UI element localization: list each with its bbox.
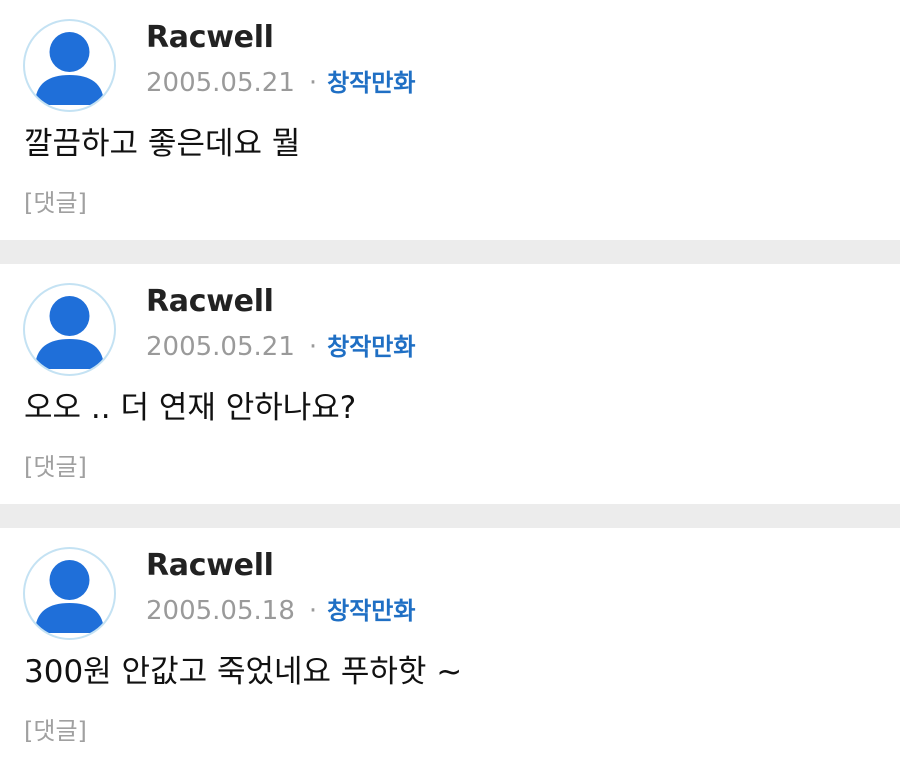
comment-item: Racwell 2005.05.21 · 창작만화 깔끔하고 좋은데요 뭘 [댓글] xyxy=(0,0,900,240)
meta-separator: · xyxy=(308,332,318,362)
comment-item: Racwell 2005.05.18 · 창작만화 300원 안값고 죽었네요 푸하… xyxy=(0,528,900,762)
comment-divider xyxy=(0,240,900,264)
comment-date: 2005.05.21 xyxy=(146,68,295,98)
comment-divider xyxy=(0,504,900,528)
comment-author[interactable]: Racwell xyxy=(146,548,274,583)
comment-category-link[interactable]: 창작만화 xyxy=(327,333,415,361)
comment-date: 2005.05.18 xyxy=(146,596,295,626)
user-avatar-icon[interactable] xyxy=(23,547,116,640)
meta-separator: · xyxy=(308,68,318,98)
comment-text: 깔끔하고 좋은데요 뭘 xyxy=(24,126,301,162)
comment-item: Racwell 2005.05.21 · 창작만화 오오 .. 더 연재 안하나요?… xyxy=(0,264,900,504)
comment-meta: 2005.05.18 · 창작만화 xyxy=(146,591,415,626)
comment-text: 오오 .. 더 연재 안하나요? xyxy=(24,390,357,426)
reply-button[interactable]: [댓글] xyxy=(24,711,87,746)
comment-date: 2005.05.21 xyxy=(146,332,295,362)
comment-meta: 2005.05.21 · 창작만화 xyxy=(146,63,415,98)
comment-author[interactable]: Racwell xyxy=(146,284,274,319)
reply-button[interactable]: [댓글] xyxy=(24,183,87,218)
meta-separator: · xyxy=(308,596,318,626)
reply-button[interactable]: [댓글] xyxy=(24,447,87,482)
comment-text: 300원 안값고 죽었네요 푸하핫 ~ xyxy=(24,654,463,690)
comment-feed: Racwell 2005.05.21 · 창작만화 깔끔하고 좋은데요 뭘 [댓글]… xyxy=(0,0,900,762)
user-avatar-icon[interactable] xyxy=(23,283,116,376)
comment-category-link[interactable]: 창작만화 xyxy=(327,69,415,97)
comment-author[interactable]: Racwell xyxy=(146,20,274,55)
comment-meta: 2005.05.21 · 창작만화 xyxy=(146,327,415,362)
comment-category-link[interactable]: 창작만화 xyxy=(327,597,415,625)
user-avatar-icon[interactable] xyxy=(23,19,116,112)
